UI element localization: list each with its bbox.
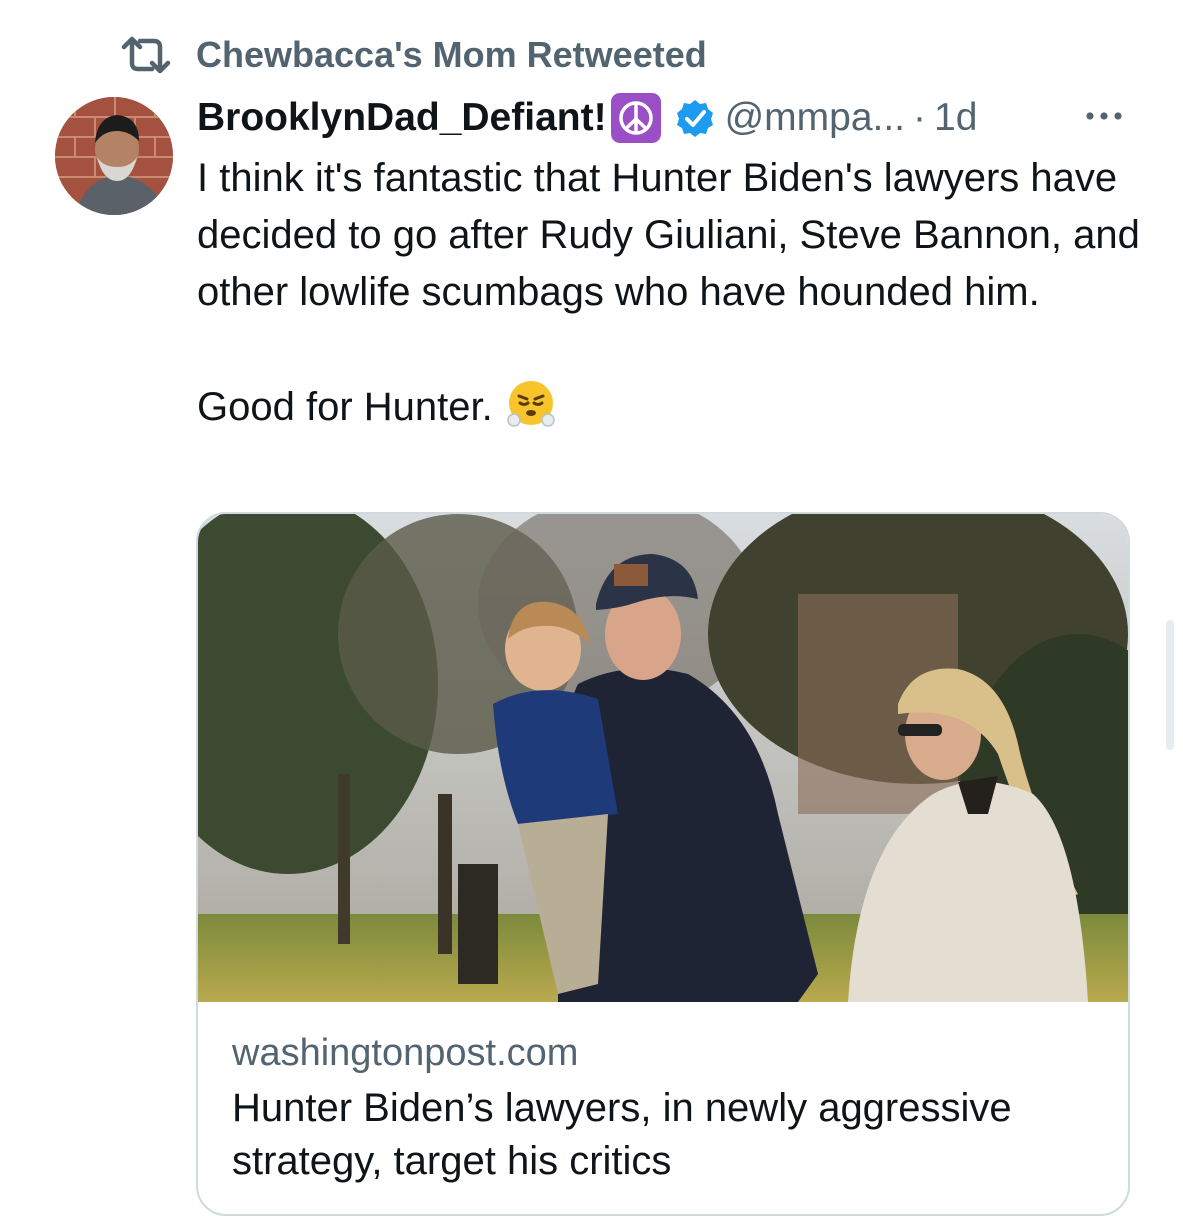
retweet-label: Chewbacca's Mom Retweeted [196, 34, 707, 75]
display-name[interactable]: BrooklynDad_Defiant! [197, 96, 607, 140]
retweet-context[interactable]: Chewbacca's Mom Retweeted [118, 30, 707, 80]
separator-dot: · [913, 96, 927, 139]
more-options-icon[interactable] [1082, 104, 1126, 128]
peace-symbol-icon [610, 93, 661, 143]
link-domain: washingtonpost.com [232, 1032, 579, 1074]
tweet-header: BrooklynDad_Defiant! @mmpa... · 1d [197, 90, 977, 146]
tweet-body: I think it's fantastic that Hunter Biden… [197, 156, 1140, 429]
avatar-photo [55, 97, 173, 215]
tweet-timestamp[interactable]: 1d [934, 96, 977, 140]
user-handle[interactable]: @mmpa... [725, 96, 905, 140]
user-avatar[interactable] [55, 97, 173, 215]
tweet-text: I think it's fantastic that Hunter Biden… [197, 150, 1147, 436]
article-photo [198, 514, 1128, 1002]
face-with-steam-emoji-icon [506, 381, 555, 427]
link-title: Hunter Biden’s lawyers, in newly aggress… [232, 1086, 1012, 1183]
scrollbar[interactable] [1166, 620, 1174, 750]
retweet-icon [121, 36, 171, 74]
link-preview-card[interactable]: washingtonpost.com Hunter Biden’s lawyer… [196, 512, 1130, 1216]
verified-badge-icon [676, 100, 713, 137]
